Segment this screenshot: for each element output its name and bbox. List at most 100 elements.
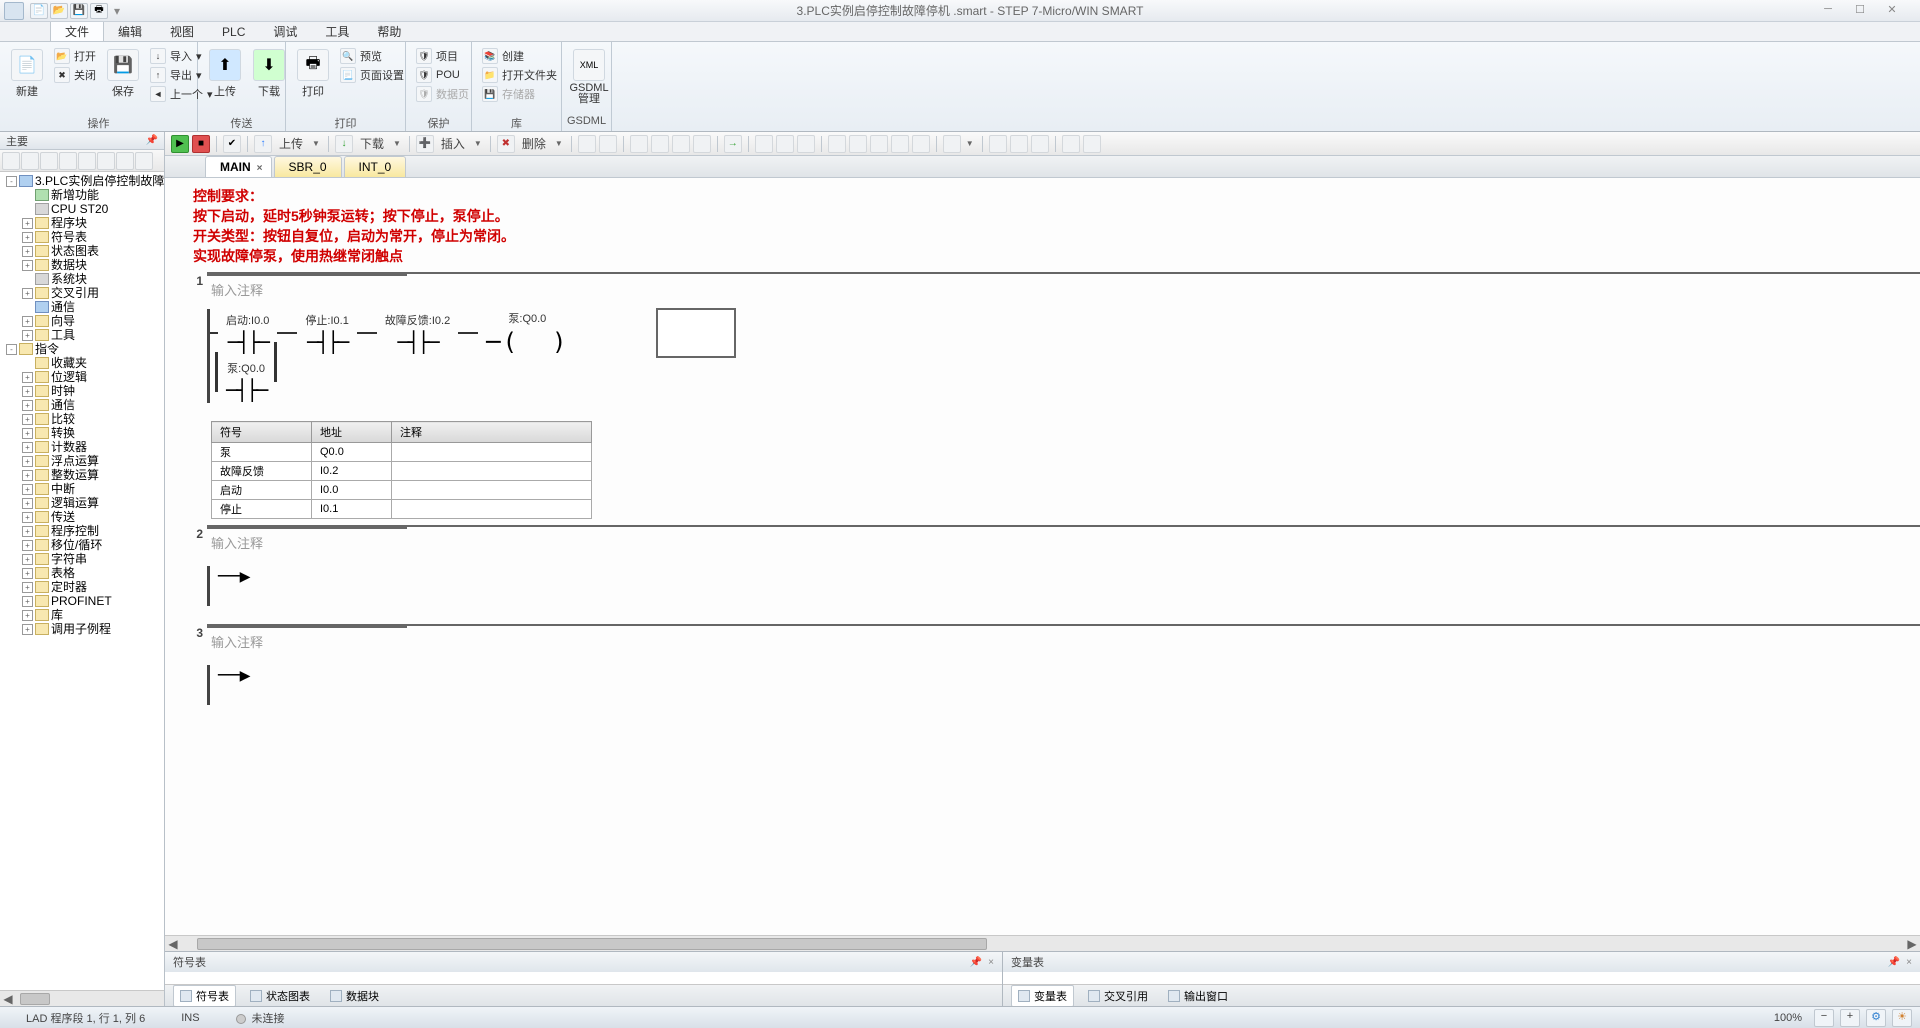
tree-tb-8[interactable]: [135, 152, 153, 170]
qat-new-icon[interactable]: 📄: [30, 3, 48, 19]
et-btn-l[interactable]: [849, 135, 867, 153]
tree-tb-4[interactable]: [59, 152, 77, 170]
editor-hscroll[interactable]: ◀ ▶: [165, 935, 1920, 951]
et-btn-f[interactable]: [693, 135, 711, 153]
compile-button[interactable]: ✔: [223, 135, 241, 153]
ribbon-upload-button[interactable]: ⬆ 上传: [204, 47, 246, 101]
tree-item[interactable]: CPU ST20: [2, 202, 162, 216]
bp-close-icon[interactable]: ×: [1906, 957, 1912, 968]
bp-pin-icon[interactable]: 📌: [970, 957, 982, 968]
et-btn-e[interactable]: [672, 135, 690, 153]
contact-pump-branch[interactable]: 泵:Q0.0 ─┤├─: [226, 360, 266, 402]
tree-item[interactable]: +转换: [2, 426, 162, 440]
qat-save-icon[interactable]: 💾: [70, 3, 88, 19]
ribbon-download-button[interactable]: ⬇ 下载: [248, 47, 290, 101]
ribbon-create-button[interactable]: 📚创建: [478, 47, 561, 65]
tree-item[interactable]: +计数器: [2, 440, 162, 454]
et-btn-t[interactable]: [1062, 135, 1080, 153]
tree-tb-5[interactable]: [78, 152, 96, 170]
menu-help[interactable]: 帮助: [363, 22, 415, 41]
bp-tab-status[interactable]: 状态图表: [244, 986, 316, 1006]
close-button[interactable]: ✕: [1880, 3, 1904, 19]
tree-item[interactable]: 收藏夹: [2, 356, 162, 370]
et-btn-i[interactable]: [776, 135, 794, 153]
tree-tb-7[interactable]: [116, 152, 134, 170]
bp-tab-xref[interactable]: 交叉引用: [1082, 986, 1154, 1006]
tree-item[interactable]: +符号表: [2, 230, 162, 244]
ribbon-preview-button[interactable]: 🔍预览: [336, 47, 408, 65]
sb-status-icon[interactable]: ☀: [1892, 1009, 1912, 1027]
tree-tb-1[interactable]: [2, 152, 20, 170]
network-comment[interactable]: 输入注释: [207, 531, 1920, 554]
delete-icon[interactable]: ✖: [497, 135, 515, 153]
qat-dropdown-icon[interactable]: ▾: [110, 4, 124, 18]
et-btn-d[interactable]: [651, 135, 669, 153]
project-tree[interactable]: -3.PLC实例启停控制故障停机 新增功能 CPU ST20 +程序块 +符号表…: [0, 172, 164, 990]
et-btn-p[interactable]: [943, 135, 961, 153]
network-comment[interactable]: 输入注释: [207, 278, 1920, 301]
coil-pump[interactable]: 泵:Q0.0 ─( ): [486, 310, 568, 356]
tree-item[interactable]: 系统块: [2, 272, 162, 286]
et-btn-k[interactable]: [828, 135, 846, 153]
panel-pin-icon[interactable]: 📌: [146, 135, 158, 146]
et-btn-g[interactable]: →: [724, 135, 742, 153]
sb-settings-icon[interactable]: ⚙: [1866, 1009, 1886, 1027]
tree-instruction-root[interactable]: -指令: [2, 342, 162, 356]
tree-item[interactable]: +逻辑运算: [2, 496, 162, 510]
download-arrow-icon[interactable]: ↓: [335, 135, 353, 153]
qat-print-icon[interactable]: 🖶: [90, 3, 108, 19]
ribbon-print-button[interactable]: 🖶 打印: [292, 47, 334, 101]
ribbon-save-button[interactable]: 💾 保存: [102, 47, 144, 101]
et-btn-s[interactable]: [1031, 135, 1049, 153]
et-btn-n[interactable]: [891, 135, 909, 153]
tree-item[interactable]: +向导: [2, 314, 162, 328]
menu-plc[interactable]: PLC: [208, 22, 259, 41]
maximize-button[interactable]: ☐: [1848, 3, 1872, 19]
insert-icon[interactable]: ➕: [416, 135, 434, 153]
tree-item[interactable]: +库: [2, 608, 162, 622]
ribbon-gsdml-button[interactable]: XML GSDML 管理: [568, 47, 610, 107]
tree-tb-2[interactable]: [21, 152, 39, 170]
tree-item[interactable]: +交叉引用: [2, 286, 162, 300]
bp-close-icon[interactable]: ×: [988, 957, 994, 968]
qat-open-icon[interactable]: 📂: [50, 3, 68, 19]
et-btn-o[interactable]: [912, 135, 930, 153]
network-comment[interactable]: 输入注释: [207, 630, 1920, 653]
ribbon-project-button[interactable]: 🛡项目: [412, 47, 473, 65]
tree-item[interactable]: +字符串: [2, 552, 162, 566]
menu-file[interactable]: 文件: [50, 22, 104, 41]
ribbon-open-button[interactable]: 📂打开: [50, 47, 100, 65]
tree-item[interactable]: +比较: [2, 412, 162, 426]
tree-item[interactable]: +数据块: [2, 258, 162, 272]
tree-tb-3[interactable]: [40, 152, 58, 170]
menu-tools[interactable]: 工具: [311, 22, 363, 41]
et-btn-j[interactable]: [797, 135, 815, 153]
menu-debug[interactable]: 调试: [259, 22, 311, 41]
ribbon-open-folder-button[interactable]: 📁打开文件夹: [478, 66, 561, 84]
et-btn-b[interactable]: [599, 135, 617, 153]
network-3[interactable]: 3 输入注释 ──▶: [189, 624, 1920, 717]
tree-tb-6[interactable]: [97, 152, 115, 170]
tree-item[interactable]: +浮点运算: [2, 454, 162, 468]
et-btn-r[interactable]: [1010, 135, 1028, 153]
empty-box[interactable]: [656, 308, 736, 358]
tree-item[interactable]: +程序块: [2, 216, 162, 230]
tree-item[interactable]: +工具: [2, 328, 162, 342]
ribbon-memory-button[interactable]: 💾存储器: [478, 85, 561, 103]
et-btn-a[interactable]: [578, 135, 596, 153]
tree-item[interactable]: +时钟: [2, 384, 162, 398]
ribbon-close-button[interactable]: ✖关闭: [50, 66, 100, 84]
ladder-canvas[interactable]: 控制要求： 按下启动，延时5秒钟泵运转；按下停止，泵停止。 开关类型：按钮自复位…: [165, 178, 1920, 935]
tree-item[interactable]: +位逻辑: [2, 370, 162, 384]
menu-edit[interactable]: 编辑: [104, 22, 156, 41]
menu-view[interactable]: 视图: [156, 22, 208, 41]
bp-tab-data[interactable]: 数据块: [324, 986, 385, 1006]
et-btn-h[interactable]: [755, 135, 773, 153]
bp-tab-symbol[interactable]: 符号表: [173, 985, 236, 1007]
tree-project-root[interactable]: -3.PLC实例启停控制故障停机: [2, 174, 162, 188]
tree-item[interactable]: 新增功能: [2, 188, 162, 202]
et-btn-q[interactable]: [989, 135, 1007, 153]
contact-fault[interactable]: 故障反馈:I0.2 ─┤├─: [385, 312, 450, 354]
et-delete-label[interactable]: 删除: [518, 135, 550, 152]
et-btn-u[interactable]: [1083, 135, 1101, 153]
